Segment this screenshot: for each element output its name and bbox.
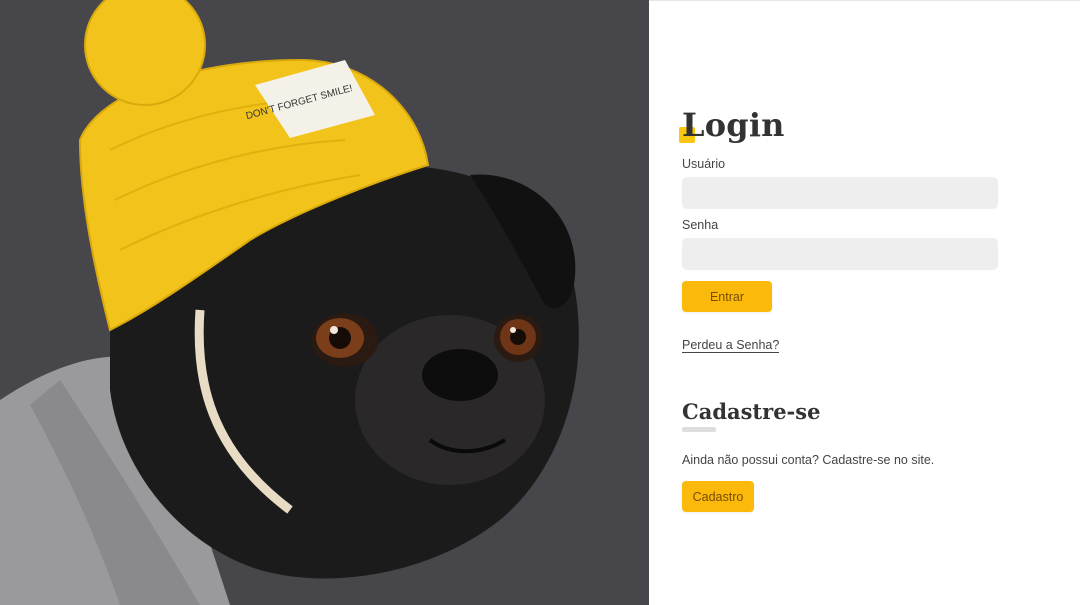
pug-illustration: DON'T FORGET SMILE!	[0, 0, 649, 605]
username-input[interactable]	[682, 177, 998, 209]
register-title-underline	[682, 427, 716, 432]
lost-password-link[interactable]: Perdeu a Senha?	[682, 338, 780, 353]
login-page: DON'T FORGET SMILE! Login Usuário Senha …	[0, 0, 1080, 605]
password-input[interactable]	[682, 238, 998, 270]
username-label: Usuário	[682, 157, 726, 171]
login-submit-button[interactable]: Entrar	[682, 281, 772, 312]
register-description: Ainda não possui conta? Cadastre-se no s…	[682, 453, 935, 467]
hero-image: DON'T FORGET SMILE!	[0, 0, 649, 605]
login-title: Login	[682, 106, 785, 144]
register-button[interactable]: Cadastro	[682, 481, 754, 512]
register-title: Cadastre-se	[682, 399, 821, 424]
login-panel: Login Usuário Senha Entrar Perdeu a Senh…	[649, 0, 1080, 605]
password-label: Senha	[682, 218, 719, 232]
